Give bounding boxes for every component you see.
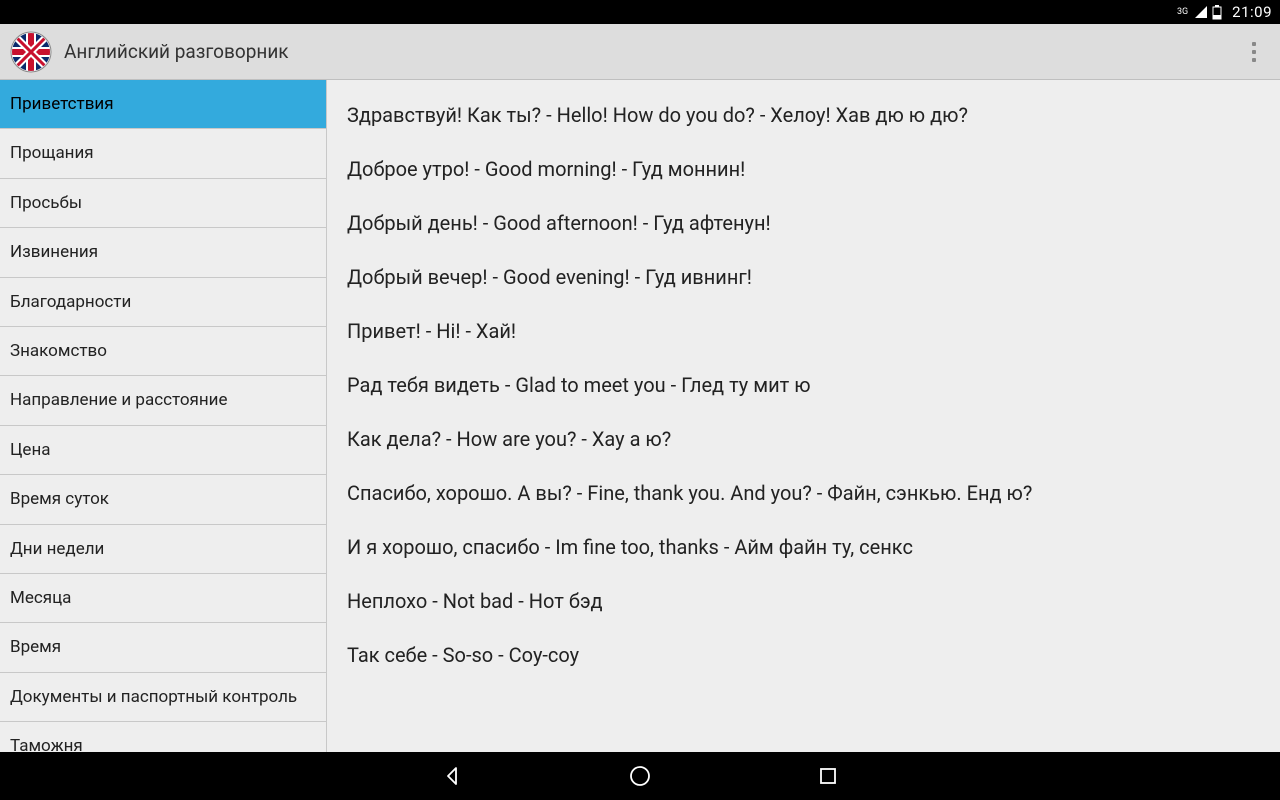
network-label: 3G [1177, 7, 1188, 17]
sidebar-item[interactable]: Направление и расстояние [0, 376, 326, 425]
sidebar-item-label: Прощания [10, 143, 94, 163]
sidebar-item-label: Цена [10, 440, 51, 460]
content-area: Приветствия Прощания Просьбы Извинения Благо… [0, 80, 1280, 752]
sidebar-item-label: Просьбы [10, 193, 82, 213]
sidebar-item-label: Приветствия [10, 94, 114, 114]
recent-apps-button[interactable] [814, 762, 842, 790]
sidebar-item[interactable]: Месяца [0, 574, 326, 623]
sidebar-item-label: Время суток [10, 489, 109, 509]
phrase-item[interactable]: Добрый вечер! - Good evening! - Гуд ивни… [347, 264, 1260, 290]
sidebar-item[interactable]: Таможня [0, 722, 326, 752]
phrase-item[interactable]: Здравствуй! Как ты? - Hello! How do you … [347, 102, 1260, 128]
phrase-item[interactable]: Привет! - Hi! - Хай! [347, 318, 1260, 344]
phrase-list[interactable]: Здравствуй! Как ты? - Hello! How do you … [327, 80, 1280, 752]
sidebar-item[interactable]: Просьбы [0, 179, 326, 228]
back-button[interactable] [438, 762, 466, 790]
sidebar-item-label: Таможня [10, 736, 83, 752]
sidebar-item[interactable]: Приветствия [0, 80, 326, 129]
sidebar-item-label: Время [10, 637, 61, 657]
sidebar-item[interactable]: Извинения [0, 228, 326, 277]
sidebar-item[interactable]: Прощания [0, 129, 326, 178]
action-bar: Английский разговорник [0, 24, 1280, 80]
app-title: Английский разговорник [64, 40, 1238, 63]
phrase-item[interactable]: Как дела? - How are you? - Хау а ю? [347, 426, 1260, 452]
category-sidebar[interactable]: Приветствия Прощания Просьбы Извинения Благо… [0, 80, 327, 752]
sidebar-item[interactable]: Благодарности [0, 278, 326, 327]
sidebar-item[interactable]: Время суток [0, 475, 326, 524]
phrase-item[interactable]: Неплохо - Not bad - Нот бэд [347, 588, 1260, 614]
app-icon [10, 31, 52, 73]
sidebar-item[interactable]: Время [0, 623, 326, 672]
signal-icon [1194, 5, 1208, 19]
home-button[interactable] [626, 762, 654, 790]
phrase-item[interactable]: Доброе утро! - Good morning! - Гуд монни… [347, 156, 1260, 182]
sidebar-item-label: Благодарности [10, 292, 131, 312]
sidebar-item[interactable]: Цена [0, 426, 326, 475]
sidebar-item-label: Знакомство [10, 341, 107, 361]
phrase-item[interactable]: Так себе - So-so - Соу-соу [347, 642, 1260, 668]
overflow-icon [1252, 42, 1256, 62]
phrase-item[interactable]: И я хорошо, спасибо - Im fine too, thank… [347, 534, 1260, 560]
sidebar-item-label: Извинения [10, 242, 98, 262]
sidebar-item-label: Направление и расстояние [10, 390, 228, 410]
sidebar-item-label: Дни недели [10, 539, 104, 559]
phrase-item[interactable]: Добрый день! - Good afternoon! - Гуд афт… [347, 210, 1260, 236]
sidebar-item[interactable]: Дни недели [0, 525, 326, 574]
overflow-menu-button[interactable] [1238, 32, 1270, 72]
sidebar-item[interactable]: Документы и паспортный контроль [0, 673, 326, 722]
status-bar: 3G 21:09 [0, 0, 1280, 24]
phrase-item[interactable]: Спасибо, хорошо. А вы? - Fine, thank you… [347, 480, 1260, 506]
phrase-item[interactable]: Рад тебя видеть - Glad to meet you - Гле… [347, 372, 1260, 398]
navigation-bar [0, 752, 1280, 800]
battery-icon [1212, 5, 1222, 20]
status-time: 21:09 [1232, 3, 1272, 21]
sidebar-item-label: Месяца [10, 588, 71, 608]
sidebar-item[interactable]: Знакомство [0, 327, 326, 376]
sidebar-item-label: Документы и паспортный контроль [10, 687, 297, 707]
